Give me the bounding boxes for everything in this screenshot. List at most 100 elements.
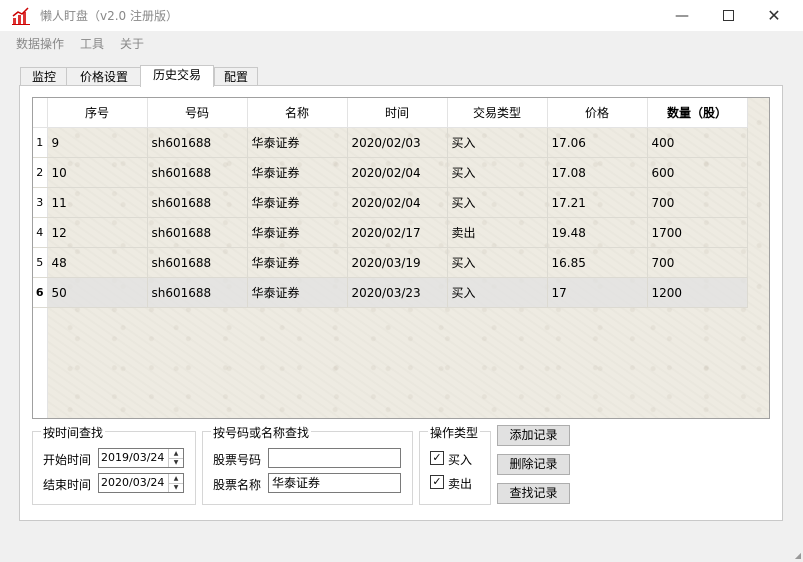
cell-name[interactable]: 华泰证券 bbox=[247, 217, 348, 248]
menu-tools[interactable]: 工具 bbox=[80, 35, 104, 52]
cell-quantity[interactable]: 1700 bbox=[647, 217, 748, 248]
tab-price-settings[interactable]: 价格设置 bbox=[66, 67, 142, 86]
cell-seq[interactable]: 9 bbox=[47, 127, 148, 158]
spin-down-icon[interactable]: ▼ bbox=[169, 458, 183, 467]
header-row: 序号 号码 名称 时间 交易类型 价格 数量（股） bbox=[33, 98, 748, 128]
tab-config[interactable]: 配置 bbox=[214, 67, 258, 86]
menu-about[interactable]: 关于 bbox=[120, 35, 144, 52]
end-time-label: 结束时间 bbox=[43, 478, 92, 492]
col-header-name[interactable]: 名称 bbox=[247, 98, 348, 128]
time-search-title: 按时间查找 bbox=[41, 424, 106, 441]
add-record-button[interactable]: 添加记录 bbox=[497, 425, 570, 446]
cell-seq[interactable]: 48 bbox=[47, 247, 148, 278]
stock-code-input[interactable] bbox=[268, 448, 401, 468]
row-number[interactable]: 4 bbox=[33, 217, 48, 248]
cell-time[interactable]: 2020/02/03 bbox=[347, 127, 448, 158]
check-icon: ✓ bbox=[432, 451, 442, 464]
cell-price[interactable]: 17 bbox=[547, 277, 648, 308]
cell-trade-type[interactable]: 卖出 bbox=[447, 217, 548, 248]
col-header-code[interactable]: 号码 bbox=[147, 98, 248, 128]
cell-seq[interactable]: 10 bbox=[47, 157, 148, 188]
cell-time[interactable]: 2020/03/19 bbox=[347, 247, 448, 278]
cell-quantity[interactable]: 1200 bbox=[647, 277, 748, 308]
cell-time[interactable]: 2020/02/04 bbox=[347, 157, 448, 188]
tab-monitor[interactable]: 监控 bbox=[20, 67, 68, 86]
cell-price[interactable]: 19.48 bbox=[547, 217, 648, 248]
cell-code[interactable]: sh601688 bbox=[147, 247, 248, 278]
col-header-price[interactable]: 价格 bbox=[547, 98, 648, 128]
minimize-button[interactable]: — bbox=[659, 0, 705, 31]
sell-checkbox[interactable]: ✓ bbox=[430, 475, 444, 489]
cell-code[interactable]: sh601688 bbox=[147, 217, 248, 248]
table-row[interactable]: 5 48 sh601688 华泰证券 2020/03/19 买入 16.85 7… bbox=[33, 247, 748, 278]
cell-seq[interactable]: 50 bbox=[47, 277, 148, 308]
row-number[interactable]: 3 bbox=[33, 187, 48, 218]
stock-name-input[interactable]: 华泰证券 bbox=[268, 473, 401, 493]
cell-trade-type[interactable]: 买入 bbox=[447, 277, 548, 308]
row-number[interactable]: 1 bbox=[33, 127, 48, 158]
table-row[interactable]: 3 11 sh601688 华泰证券 2020/02/04 买入 17.21 7… bbox=[33, 187, 748, 218]
menu-data-ops[interactable]: 数据操作 bbox=[16, 35, 64, 52]
op-type-group: 操作类型 ✓ 买入 ✓ 卖出 bbox=[419, 424, 491, 505]
table-row[interactable]: 2 10 sh601688 华泰证券 2020/02/04 买入 17.08 6… bbox=[33, 157, 748, 188]
cell-trade-type[interactable]: 买入 bbox=[447, 127, 548, 158]
cell-quantity[interactable]: 700 bbox=[647, 187, 748, 218]
row-number[interactable]: 5 bbox=[33, 247, 48, 278]
table-row[interactable]: 4 12 sh601688 华泰证券 2020/02/17 卖出 19.48 1… bbox=[33, 217, 748, 248]
cell-time[interactable]: 2020/03/23 bbox=[347, 277, 448, 308]
resize-grip-icon[interactable]: ◢ bbox=[795, 551, 801, 560]
cell-name[interactable]: 华泰证券 bbox=[247, 187, 348, 218]
start-date-picker[interactable]: 2019/03/24 ▲ ▼ bbox=[98, 448, 184, 468]
cell-price[interactable]: 17.21 bbox=[547, 187, 648, 218]
spin-down-icon[interactable]: ▼ bbox=[169, 483, 183, 492]
cell-price[interactable]: 17.08 bbox=[547, 157, 648, 188]
cell-name[interactable]: 华泰证券 bbox=[247, 127, 348, 158]
table-row-selected[interactable]: 6 50 sh601688 华泰证券 2020/03/23 买入 17 1200 bbox=[33, 277, 748, 308]
buy-checkbox[interactable]: ✓ bbox=[430, 451, 444, 465]
cell-quantity[interactable]: 600 bbox=[647, 157, 748, 188]
row-number[interactable]: 2 bbox=[33, 157, 48, 188]
delete-record-button[interactable]: 删除记录 bbox=[497, 454, 570, 475]
cell-price[interactable]: 16.85 bbox=[547, 247, 648, 278]
cell-code[interactable]: sh601688 bbox=[147, 127, 248, 158]
find-record-button[interactable]: 查找记录 bbox=[497, 483, 570, 504]
stock-code-label: 股票号码 bbox=[213, 453, 262, 467]
maximize-button[interactable] bbox=[705, 0, 751, 31]
cell-trade-type[interactable]: 买入 bbox=[447, 187, 548, 218]
end-date-picker[interactable]: 2020/03/24 ▲ ▼ bbox=[98, 473, 184, 493]
cell-seq[interactable]: 11 bbox=[47, 187, 148, 218]
tab-trade-history[interactable]: 历史交易 bbox=[140, 65, 214, 87]
table-row[interactable]: 1 9 sh601688 华泰证券 2020/02/03 买入 17.06 40… bbox=[33, 127, 748, 158]
op-type-title: 操作类型 bbox=[428, 424, 481, 441]
col-header-trade-type[interactable]: 交易类型 bbox=[447, 98, 548, 128]
cell-name[interactable]: 华泰证券 bbox=[247, 157, 348, 188]
col-header-seq[interactable]: 序号 bbox=[47, 98, 148, 128]
cell-price[interactable]: 17.06 bbox=[547, 127, 648, 158]
cell-trade-type[interactable]: 买入 bbox=[447, 157, 548, 188]
cell-seq[interactable]: 12 bbox=[47, 217, 148, 248]
cell-name[interactable]: 华泰证券 bbox=[247, 247, 348, 278]
cell-trade-type[interactable]: 买入 bbox=[447, 247, 548, 278]
col-header-quantity[interactable]: 数量（股） bbox=[647, 98, 748, 128]
close-button[interactable]: ✕ bbox=[751, 0, 797, 31]
end-date-spinner[interactable]: ▲ ▼ bbox=[168, 474, 183, 492]
cell-time[interactable]: 2020/02/04 bbox=[347, 187, 448, 218]
start-date-spinner[interactable]: ▲ ▼ bbox=[168, 449, 183, 467]
cell-quantity[interactable]: 700 bbox=[647, 247, 748, 278]
history-grid[interactable]: 序号 号码 名称 时间 交易类型 价格 数量（股） 1 9 sh601688 华… bbox=[32, 97, 770, 419]
cell-code[interactable]: sh601688 bbox=[147, 187, 248, 218]
buy-label[interactable]: 买入 bbox=[448, 451, 472, 468]
minimize-icon: — bbox=[675, 7, 689, 24]
cell-quantity[interactable]: 400 bbox=[647, 127, 748, 158]
cell-code[interactable]: sh601688 bbox=[147, 277, 248, 308]
cell-time[interactable]: 2020/02/17 bbox=[347, 217, 448, 248]
row-number[interactable]: 6 bbox=[33, 277, 48, 308]
cell-code[interactable]: sh601688 bbox=[147, 157, 248, 188]
sell-label[interactable]: 卖出 bbox=[448, 475, 472, 492]
menu-bar: 数据操作 工具 关于 bbox=[0, 31, 803, 55]
col-header-time[interactable]: 时间 bbox=[347, 98, 448, 128]
cell-name[interactable]: 华泰证券 bbox=[247, 277, 348, 308]
code-search-group: 按号码或名称查找 股票号码 股票名称 华泰证券 bbox=[202, 424, 413, 505]
row-header-fill bbox=[33, 308, 48, 418]
history-table: 序号 号码 名称 时间 交易类型 价格 数量（股） 1 9 sh601688 华… bbox=[33, 98, 748, 308]
